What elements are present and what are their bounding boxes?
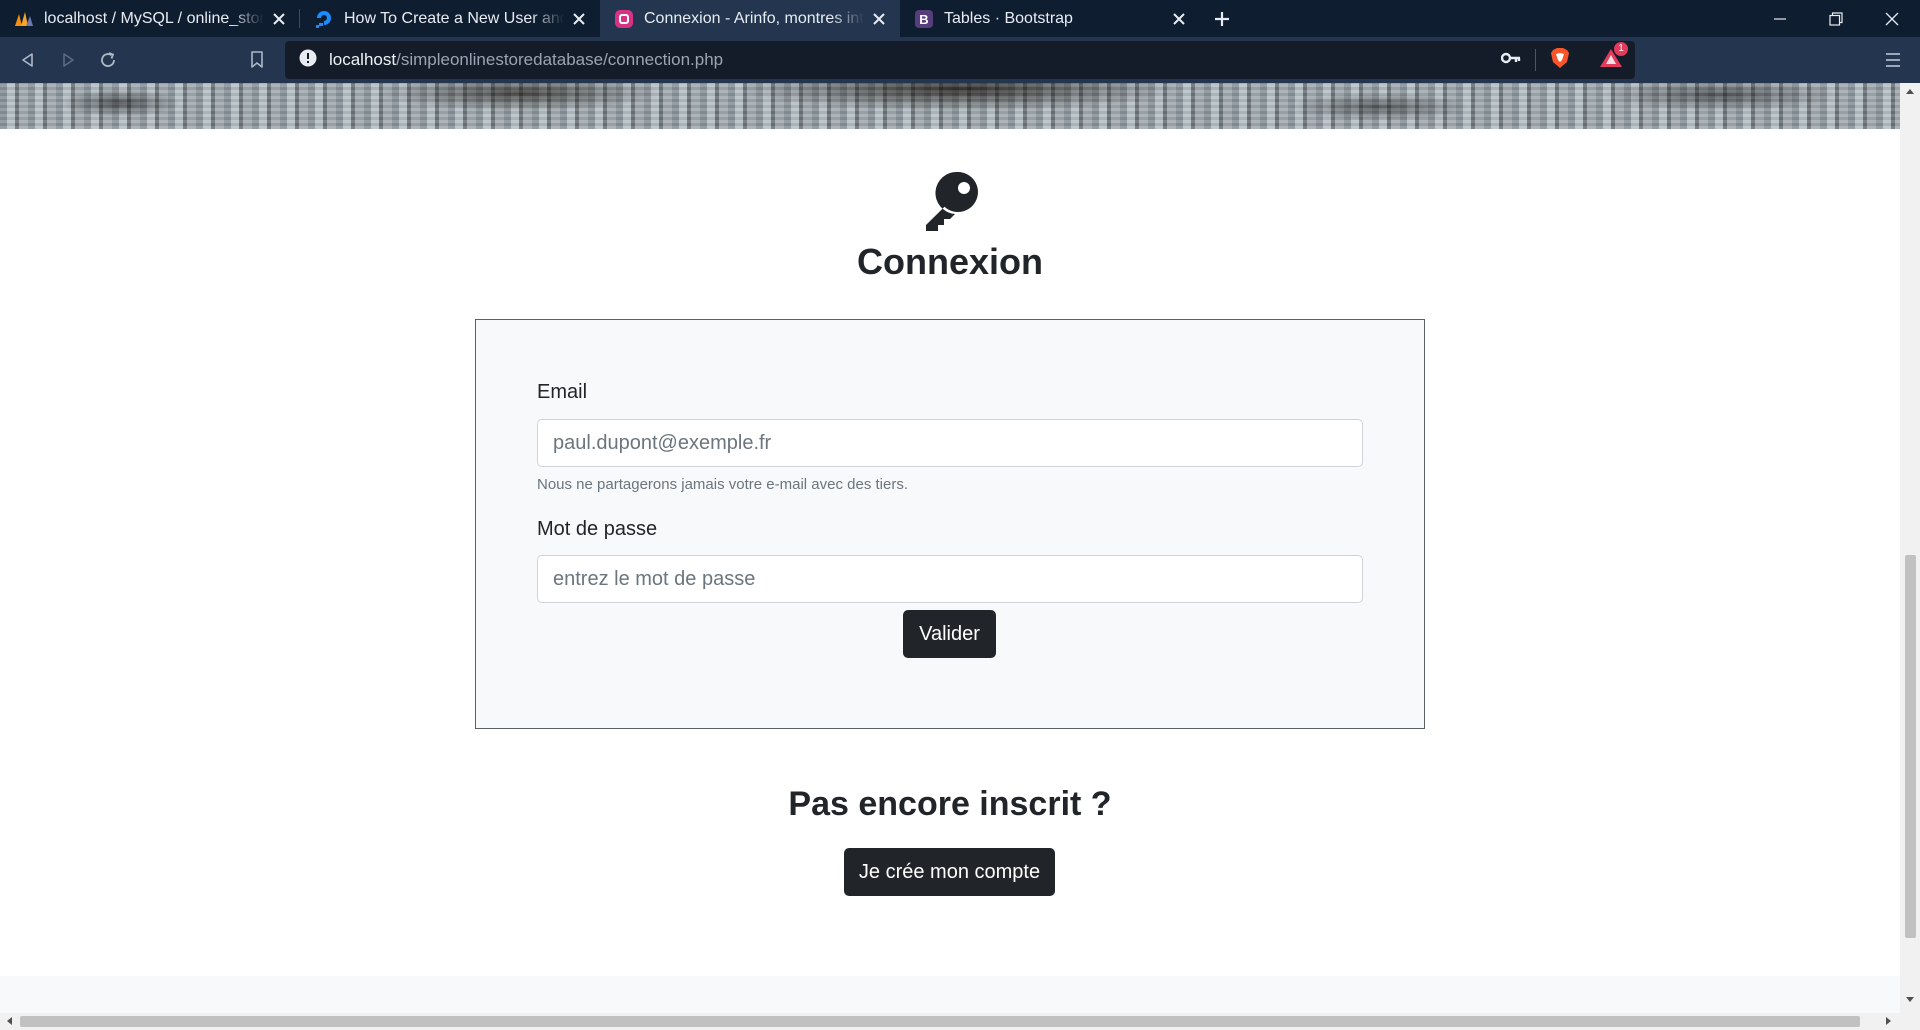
reload-button[interactable] <box>88 40 128 80</box>
restore-icon <box>1829 11 1843 26</box>
site-icon <box>614 9 634 29</box>
tab-digitalocean[interactable]: How To Create a New User and Grant Permi… <box>300 0 600 37</box>
url-text[interactable]: localhost/simpleonlinestoredatabase/conn… <box>329 50 723 70</box>
back-button[interactable] <box>8 40 48 80</box>
new-tab-button[interactable] <box>1200 0 1244 37</box>
tab-connexion[interactable]: Connexion - Arinfo, montres intemporelle… <box>600 0 900 37</box>
key-icon <box>918 168 982 232</box>
page-title: Connexion <box>857 241 1043 282</box>
minimize-icon <box>1774 17 1786 20</box>
scroll-up-icon[interactable] <box>1906 89 1914 94</box>
plus-icon <box>1215 11 1229 26</box>
close-tab-icon[interactable] <box>870 10 888 28</box>
email-label: Email <box>537 381 588 403</box>
bookmark-button[interactable] <box>237 40 277 80</box>
url-host: localhost <box>329 50 397 69</box>
scroll-left-icon[interactable] <box>7 1017 12 1025</box>
close-window-button[interactable] <box>1864 0 1920 37</box>
brave-shields-icon[interactable] <box>1550 47 1570 74</box>
header-banner-image <box>0 83 1900 129</box>
window-controls <box>1752 0 1920 37</box>
menu-button[interactable] <box>1880 47 1906 73</box>
tab-title: Connexion - Arinfo, montres intemporelle… <box>644 9 864 27</box>
submit-button[interactable]: Valider <box>903 610 996 658</box>
close-icon <box>1885 12 1899 25</box>
digitalocean-icon <box>314 9 334 29</box>
tab-strip: localhost / MySQL / online_store / How T… <box>0 0 1920 37</box>
vertical-scrollbar[interactable] <box>1900 83 1920 1013</box>
scroll-down-icon[interactable] <box>1906 997 1914 1002</box>
forward-button[interactable] <box>48 40 88 80</box>
email-field[interactable] <box>537 419 1363 467</box>
password-field[interactable] <box>537 555 1363 603</box>
minimize-button[interactable] <box>1752 0 1808 37</box>
restore-button[interactable] <box>1808 0 1864 37</box>
forward-arrow-icon <box>63 53 74 67</box>
key-icon[interactable] <box>1500 51 1521 69</box>
browser-toolbar: localhost/simpleonlinestoredatabase/conn… <box>0 37 1920 83</box>
login-form: Email Nous ne partagerons jamais votre e… <box>475 319 1425 729</box>
url-path: /simpleonlinestoredatabase/connection.ph… <box>396 50 724 69</box>
close-tab-icon[interactable] <box>270 10 288 28</box>
bootstrap-icon: B <box>914 9 934 29</box>
signup-prompt: Pas encore inscrit ? <box>788 785 1112 823</box>
scrollbar-corner <box>1900 1013 1920 1030</box>
vertical-scroll-thumb[interactable] <box>1905 555 1916 938</box>
tab-title: How To Create a New User and Grant Permi… <box>344 9 564 27</box>
alert-count-badge: 1 <box>1613 40 1629 57</box>
close-tab-icon[interactable] <box>570 10 588 28</box>
back-arrow-icon <box>22 53 33 67</box>
reload-icon <box>101 52 115 67</box>
info-icon[interactable] <box>299 49 317 72</box>
password-label: Mot de passe <box>537 518 658 540</box>
close-tab-icon[interactable] <box>1170 10 1188 28</box>
address-bar[interactable]: localhost/simpleonlinestoredatabase/conn… <box>285 40 1635 79</box>
tab-bootstrap[interactable]: B Tables · Bootstrap <box>900 0 1200 37</box>
footer <box>0 976 1900 1013</box>
phpmyadmin-icon <box>14 9 34 29</box>
scroll-right-icon[interactable] <box>1886 1017 1891 1025</box>
tab-phpmyadmin[interactable]: localhost / MySQL / online_store / <box>0 0 300 37</box>
horizontal-scrollbar[interactable] <box>0 1013 1900 1030</box>
email-help-text: Nous ne partagerons jamais votre e-mail … <box>537 476 909 493</box>
horizontal-scroll-thumb[interactable] <box>20 1016 1860 1027</box>
create-account-button[interactable]: Je crée mon compte <box>844 848 1055 896</box>
tab-title: Tables · Bootstrap <box>944 9 1073 27</box>
brave-rewards-icon[interactable]: 1 <box>1599 40 1629 74</box>
page-viewport: Connexion Email Nous ne partagerons jama… <box>0 83 1900 1013</box>
tab-title: localhost / MySQL / online_store / <box>44 9 264 27</box>
hamburger-menu-icon <box>1886 53 1900 67</box>
bookmark-icon <box>251 51 263 68</box>
svg-text:B: B <box>919 12 928 27</box>
